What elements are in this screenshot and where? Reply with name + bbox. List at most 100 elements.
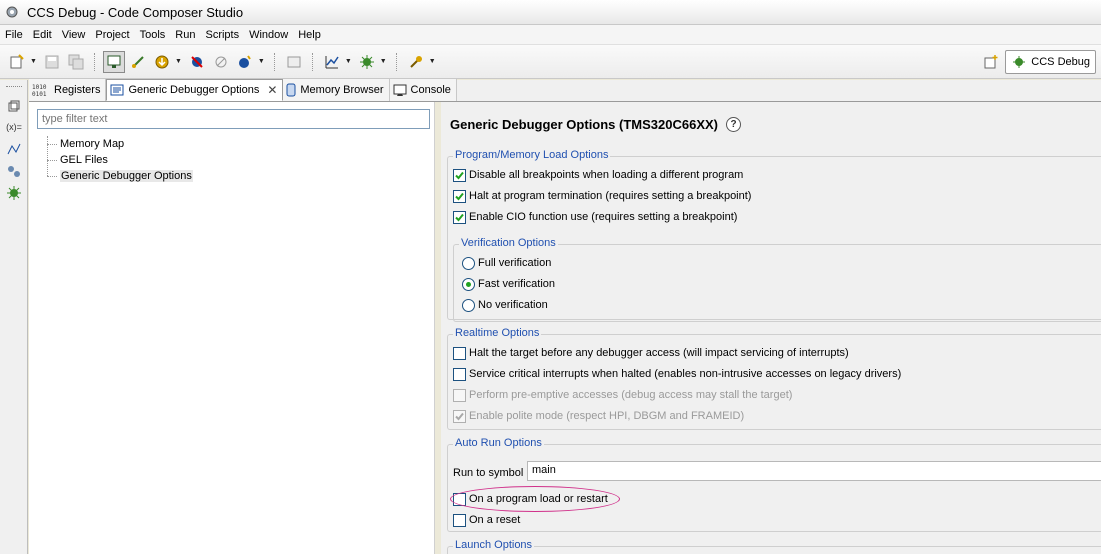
modules-icon[interactable] [4, 162, 24, 180]
tab-label: Registers [54, 84, 101, 96]
on-reset-checkbox[interactable]: On a reset [453, 512, 520, 528]
polite-mode-checkbox: Enable polite mode (respect HPI, DBGM an… [453, 408, 744, 424]
realtime-group: Realtime Options Halt the target before … [447, 327, 1101, 430]
open-perspective-icon[interactable] [980, 51, 1002, 73]
menu-file[interactable]: File [0, 25, 28, 45]
full-verification-radio[interactable]: Full verification [462, 255, 551, 271]
page-title: Generic Debugger Options (TMS320C66XX) ? [450, 117, 742, 132]
group-title: Auto Run Options [453, 437, 544, 449]
view-tab-bar: 1010 0101 Registers Generic Debugger Opti… [29, 79, 1101, 102]
menu-run[interactable]: Run [170, 25, 200, 45]
program-load-group: Program/Memory Load Options Disable all … [447, 149, 1101, 322]
memory-icon [286, 83, 296, 97]
toolbar-separator [395, 52, 400, 71]
verification-group: Verification Options Full verification F… [453, 237, 1101, 322]
main-toolbar: ▼ ▼ ▼ ▼ ▼ ▼ CCS Debug [0, 45, 1101, 79]
graph-icon[interactable] [321, 51, 343, 73]
menu-help[interactable]: Help [293, 25, 326, 45]
tab-registers[interactable]: 1010 0101 Registers [29, 79, 107, 101]
radio-selected-icon[interactable] [462, 277, 475, 291]
checkbox-unchecked-icon[interactable] [453, 492, 466, 506]
ccs-debug-perspective-button[interactable]: CCS Debug [1005, 50, 1096, 74]
svg-text:1010: 1010 [32, 84, 47, 91]
load-dropdown-icon[interactable]: ▼ [175, 58, 182, 65]
fast-verification-radio[interactable]: Fast verification [462, 276, 555, 292]
variables-icon[interactable]: (x)= [4, 118, 24, 136]
memory-save-icon[interactable] [283, 51, 305, 73]
tree-item-gel-files[interactable]: GEL Files [47, 152, 193, 168]
connect-icon[interactable] [127, 51, 149, 73]
enable-cio-checkbox[interactable]: Enable CIO function use (requires settin… [453, 209, 737, 225]
tab-generic-debugger-options[interactable]: Generic Debugger Options ✕ [106, 79, 284, 101]
external-tools-dropdown-icon[interactable]: ▼ [429, 58, 436, 65]
tab-memory-browser[interactable]: Memory Browser [283, 79, 390, 101]
window-title: CCS Debug - Code Composer Studio [27, 4, 244, 20]
restore-icon[interactable] [4, 97, 24, 115]
tab-console[interactable]: Console [389, 79, 457, 101]
breakpoint-dropdown-icon[interactable]: ▼ [258, 58, 265, 65]
group-title: Realtime Options [453, 327, 542, 339]
skip-breakpoints-icon[interactable] [210, 51, 232, 73]
halt-termination-checkbox[interactable]: Halt at program termination (requires se… [453, 188, 751, 204]
radio-unselected-icon[interactable] [462, 298, 475, 312]
halt-target-checkbox[interactable]: Halt the target before any debugger acce… [453, 345, 849, 361]
menu-edit[interactable]: Edit [28, 25, 57, 45]
group-title: Verification Options [459, 237, 558, 249]
on-load-restart-checkbox[interactable]: On a program load or restart [453, 491, 608, 507]
run-to-symbol-input[interactable]: main [527, 461, 1101, 481]
menu-view[interactable]: View [57, 25, 91, 45]
disable-breakpoints-checkbox[interactable]: Disable all breakpoints when loading a d… [453, 167, 743, 183]
checkbox-checked-icon[interactable] [453, 189, 466, 203]
checkbox-unchecked-icon[interactable] [453, 513, 466, 527]
no-verification-radio[interactable]: No verification [462, 297, 548, 313]
options-page: Generic Debugger Options (TMS320C66XX) ?… [441, 102, 1101, 554]
launch-group: Launch Options [447, 539, 1101, 554]
remove-breakpoints-icon[interactable] [186, 51, 208, 73]
help-icon[interactable]: ? [726, 117, 742, 132]
filter-input[interactable] [37, 109, 430, 129]
menu-project[interactable]: Project [90, 25, 134, 45]
debug-view-trim-icon[interactable] [4, 184, 24, 202]
auto-run-group: Auto Run Options Run to symbol main On a… [447, 437, 1101, 532]
perspective-switcher: CCS Debug [980, 50, 1096, 74]
tree-item-generic-debugger-options[interactable]: Generic Debugger Options [47, 168, 193, 184]
new-icon[interactable] [6, 51, 28, 73]
radio-unselected-icon[interactable] [462, 256, 475, 270]
preemptive-access-checkbox: Perform pre-emptive accesses (debug acce… [453, 387, 792, 403]
toolbar-separator [273, 52, 278, 71]
debug-dropdown-icon[interactable]: ▼ [380, 58, 387, 65]
group-title: Program/Memory Load Options [453, 149, 611, 161]
checkbox-disabled-checked-icon [453, 409, 466, 423]
menu-scripts[interactable]: Scripts [200, 25, 244, 45]
tab-label: Console [410, 84, 451, 96]
tab-label: Generic Debugger Options [128, 84, 260, 96]
perspective-label: CCS Debug [1031, 56, 1090, 68]
load-program-icon[interactable] [151, 51, 173, 73]
menu-bar: File Edit View Project Tools Run Scripts… [0, 25, 1101, 45]
registers-icon: 10100101 [32, 84, 47, 97]
close-tab-icon[interactable]: ✕ [267, 83, 277, 97]
menu-window[interactable]: Window [244, 25, 293, 45]
checkbox-disabled-icon [453, 388, 466, 402]
checkbox-checked-icon[interactable] [453, 210, 466, 224]
checkbox-unchecked-icon[interactable] [453, 346, 466, 360]
tree-item-memory-map[interactable]: Memory Map [47, 136, 193, 152]
save-icon[interactable] [41, 51, 63, 73]
debug-view-icon[interactable] [102, 50, 125, 73]
left-trim-bar: (x)= [0, 80, 28, 554]
toolbar-separator [311, 52, 316, 71]
run-to-symbol-label: Run to symbol [453, 467, 524, 479]
save-all-icon[interactable] [65, 51, 87, 73]
expressions-icon[interactable] [4, 140, 24, 158]
trim-grip [6, 86, 22, 88]
service-interrupts-checkbox[interactable]: Service critical interrupts when halted … [453, 366, 901, 382]
checkbox-unchecked-icon[interactable] [453, 367, 466, 381]
checkbox-checked-icon[interactable] [453, 168, 466, 182]
new-dropdown-icon[interactable]: ▼ [30, 58, 37, 65]
external-tools-icon[interactable] [405, 51, 427, 73]
graph-dropdown-icon[interactable]: ▼ [345, 58, 352, 65]
menu-tools[interactable]: Tools [135, 25, 171, 45]
breakpoint-icon[interactable] [234, 51, 256, 73]
properties-content: Memory Map GEL Files Generic Debugger Op… [29, 102, 1101, 554]
debug-icon[interactable] [356, 51, 378, 73]
